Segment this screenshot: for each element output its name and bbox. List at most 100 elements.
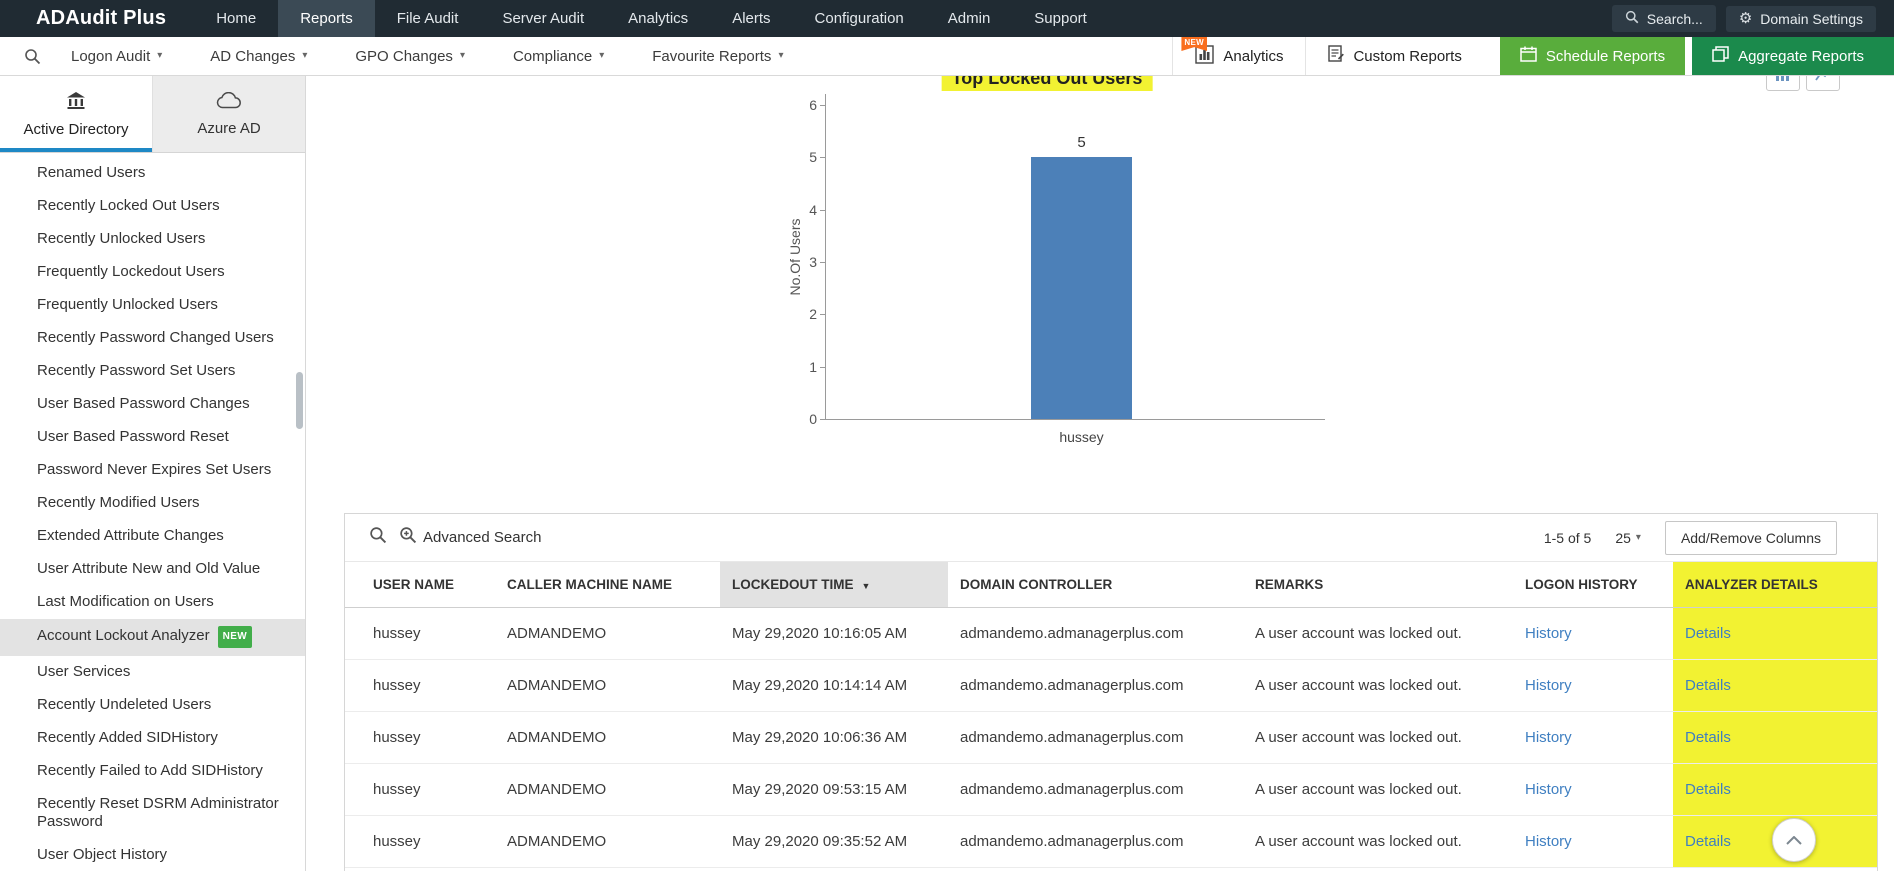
domain-settings-button[interactable]: ⚙ Domain Settings [1725,5,1876,32]
sidebar-item[interactable]: Recently Added SIDHistory [0,722,305,755]
history-link[interactable]: History [1525,833,1572,850]
nav-item-server-audit[interactable]: Server Audit [480,0,606,37]
global-search-button[interactable]: Search... [1611,5,1716,32]
app-logo[interactable]: ADAudit Plus [0,0,194,37]
analytics-button[interactable]: NEW Analytics [1172,37,1306,75]
add-remove-columns-button[interactable]: Add/Remove Columns [1664,520,1837,555]
x-category-label: hussey [1059,429,1104,445]
aggregate-reports-button[interactable]: Aggregate Reports [1692,37,1894,75]
cloud-icon [216,91,242,113]
nav-item-reports[interactable]: Reports [278,0,375,37]
nav-item-configuration[interactable]: Configuration [793,0,926,37]
col-user-name[interactable]: USER NAME [345,561,495,608]
menu-favourite-reports[interactable]: Favourite Reports ▾ [652,48,783,65]
chart-bar [1031,157,1132,419]
menu-compliance-label: Compliance [512,47,593,65]
user-name-cell: hussey [345,763,495,816]
sidebar: Active Directory Azure AD Renamed Users … [0,76,306,871]
sidebar-item[interactable]: Recently Password Set Users [0,355,305,388]
x-axis [825,419,1325,420]
col-domain-controller[interactable]: DOMAIN CONTROLLER [948,561,1243,608]
menu-ad-changes[interactable]: AD Changes ▾ [210,48,307,65]
y-tick: 2 [781,306,826,322]
history-link[interactable]: History [1525,677,1572,694]
sidebar-item[interactable]: User Attribute New and Old Value [0,553,305,586]
sidebar-item[interactable]: User Based Password Changes [0,388,305,421]
details-link[interactable]: Details [1685,677,1731,694]
details-link[interactable]: Details [1685,781,1731,798]
table-toolbar: Advanced Search 1-5 of 5 25 ▾ Add/Remove… [345,514,1877,561]
menu-gpo-changes-label: GPO Changes [355,47,453,65]
remarks-cell: A user account was locked out. [1243,763,1513,816]
sidebar-item[interactable]: User Based Password Reset [0,421,305,454]
custom-reports-label: Custom Reports [1353,47,1462,65]
schedule-reports-button[interactable]: Schedule Reports [1499,37,1686,75]
menu-gpo-changes[interactable]: GPO Changes ▾ [355,48,465,65]
advanced-search-label[interactable]: Advanced Search [423,529,541,546]
col-caller-machine-name[interactable]: CALLER MACHINE NAME [495,561,720,608]
sidebar-item[interactable]: Recently Locked Out Users [0,190,305,223]
page-size-select[interactable]: 25 ▾ [1615,530,1641,546]
nav-item-admin[interactable]: Admin [926,0,1013,37]
bar-chart-icon [1775,76,1791,85]
line-chart-toggle-button[interactable] [1806,76,1840,91]
page-size-value: 25 [1615,529,1631,546]
menu-compliance[interactable]: Compliance ▾ [513,48,604,65]
nav-item-support[interactable]: Support [1012,0,1109,37]
details-link[interactable]: Details [1685,729,1731,746]
custom-reports-button[interactable]: Custom Reports [1305,37,1484,75]
chevron-down-icon: ▾ [778,50,784,61]
sidebar-item-account-lockout-analyzer[interactable]: Account Lockout Analyzer NEW [0,619,305,656]
scroll-to-top-button[interactable] [1772,818,1816,862]
sidebar-item[interactable]: Renamed Users [0,157,305,190]
table-search-icon[interactable] [369,526,387,549]
bar-chart-toggle-button[interactable] [1766,76,1800,91]
sidebar-item[interactable]: Extended Attribute Changes [0,520,305,553]
col-logon-history[interactable]: LOGON HISTORY [1513,561,1673,608]
y-tick: 6 [781,97,826,113]
logon-history-cell: History [1513,607,1673,660]
col-analyzer-details[interactable]: ANALYZER DETAILS [1673,561,1877,608]
nav-item-home[interactable]: Home [194,0,278,37]
sidebar-item[interactable]: Recently Reset DSRM Administrator Passwo… [0,788,305,839]
advanced-search-icon[interactable] [399,526,417,549]
sidebar-item[interactable]: Frequently Unlocked Users [0,289,305,322]
tab-active-directory[interactable]: Active Directory [0,76,152,152]
sidebar-item[interactable]: Frequently Lockedout Users [0,256,305,289]
sidebar-item[interactable]: Last Modification on Users [0,586,305,619]
col-lockedout-time[interactable]: LOCKEDOUT TIME ▼ [720,561,948,608]
sidebar-item[interactable]: Recently Failed to Add SIDHistory [0,755,305,788]
nav-item-analytics[interactable]: Analytics [606,0,710,37]
calendar-icon [1520,46,1537,66]
toolbar-menus: Logon Audit ▾ AD Changes ▾ GPO Changes ▾… [0,37,831,75]
lockedout-time-cell: May 29,2020 10:14:14 AM [720,659,948,712]
history-link[interactable]: History [1525,729,1572,746]
y-tick: 0 [781,411,826,427]
sidebar-item[interactable]: Recently Unlocked Users [0,223,305,256]
col-remarks[interactable]: REMARKS [1243,561,1513,608]
sidebar-item[interactable]: Password Never Expires Set Users [0,454,305,487]
sidebar-item[interactable]: Recently Password Changed Users [0,322,305,355]
details-link[interactable]: Details [1685,833,1731,850]
sidebar-scrollbar[interactable] [296,372,303,429]
new-badge: NEW [217,626,253,648]
history-link[interactable]: History [1525,781,1572,798]
tab-azure-ad[interactable]: Azure AD [152,76,305,152]
lockedout-time-cell: May 29,2020 10:06:36 AM [720,711,948,764]
nav-item-file-audit[interactable]: File Audit [375,0,481,37]
nav-item-alerts[interactable]: Alerts [710,0,792,37]
report-search-icon[interactable] [24,48,41,65]
table-row: hussey ADMANDEMO May 29,2020 10:16:05 AM… [345,607,1877,660]
sidebar-item[interactable]: Recently Modified Users [0,487,305,520]
sidebar-item[interactable]: User Object History [0,839,305,871]
remarks-cell: A user account was locked out. [1243,607,1513,660]
details-link[interactable]: Details [1685,625,1731,642]
history-link[interactable]: History [1525,625,1572,642]
menu-logon-audit[interactable]: Logon Audit ▾ [71,48,162,65]
line-chart-icon [1815,76,1831,85]
chevron-down-icon: ▾ [302,50,308,61]
nav-right: Search... ⚙ Domain Settings [1611,0,1894,37]
sidebar-item[interactable]: Recently Undeleted Users [0,689,305,722]
table-row: hussey ADMANDEMO May 29,2020 09:53:15 AM… [345,763,1877,816]
sidebar-item[interactable]: User Services [0,656,305,689]
